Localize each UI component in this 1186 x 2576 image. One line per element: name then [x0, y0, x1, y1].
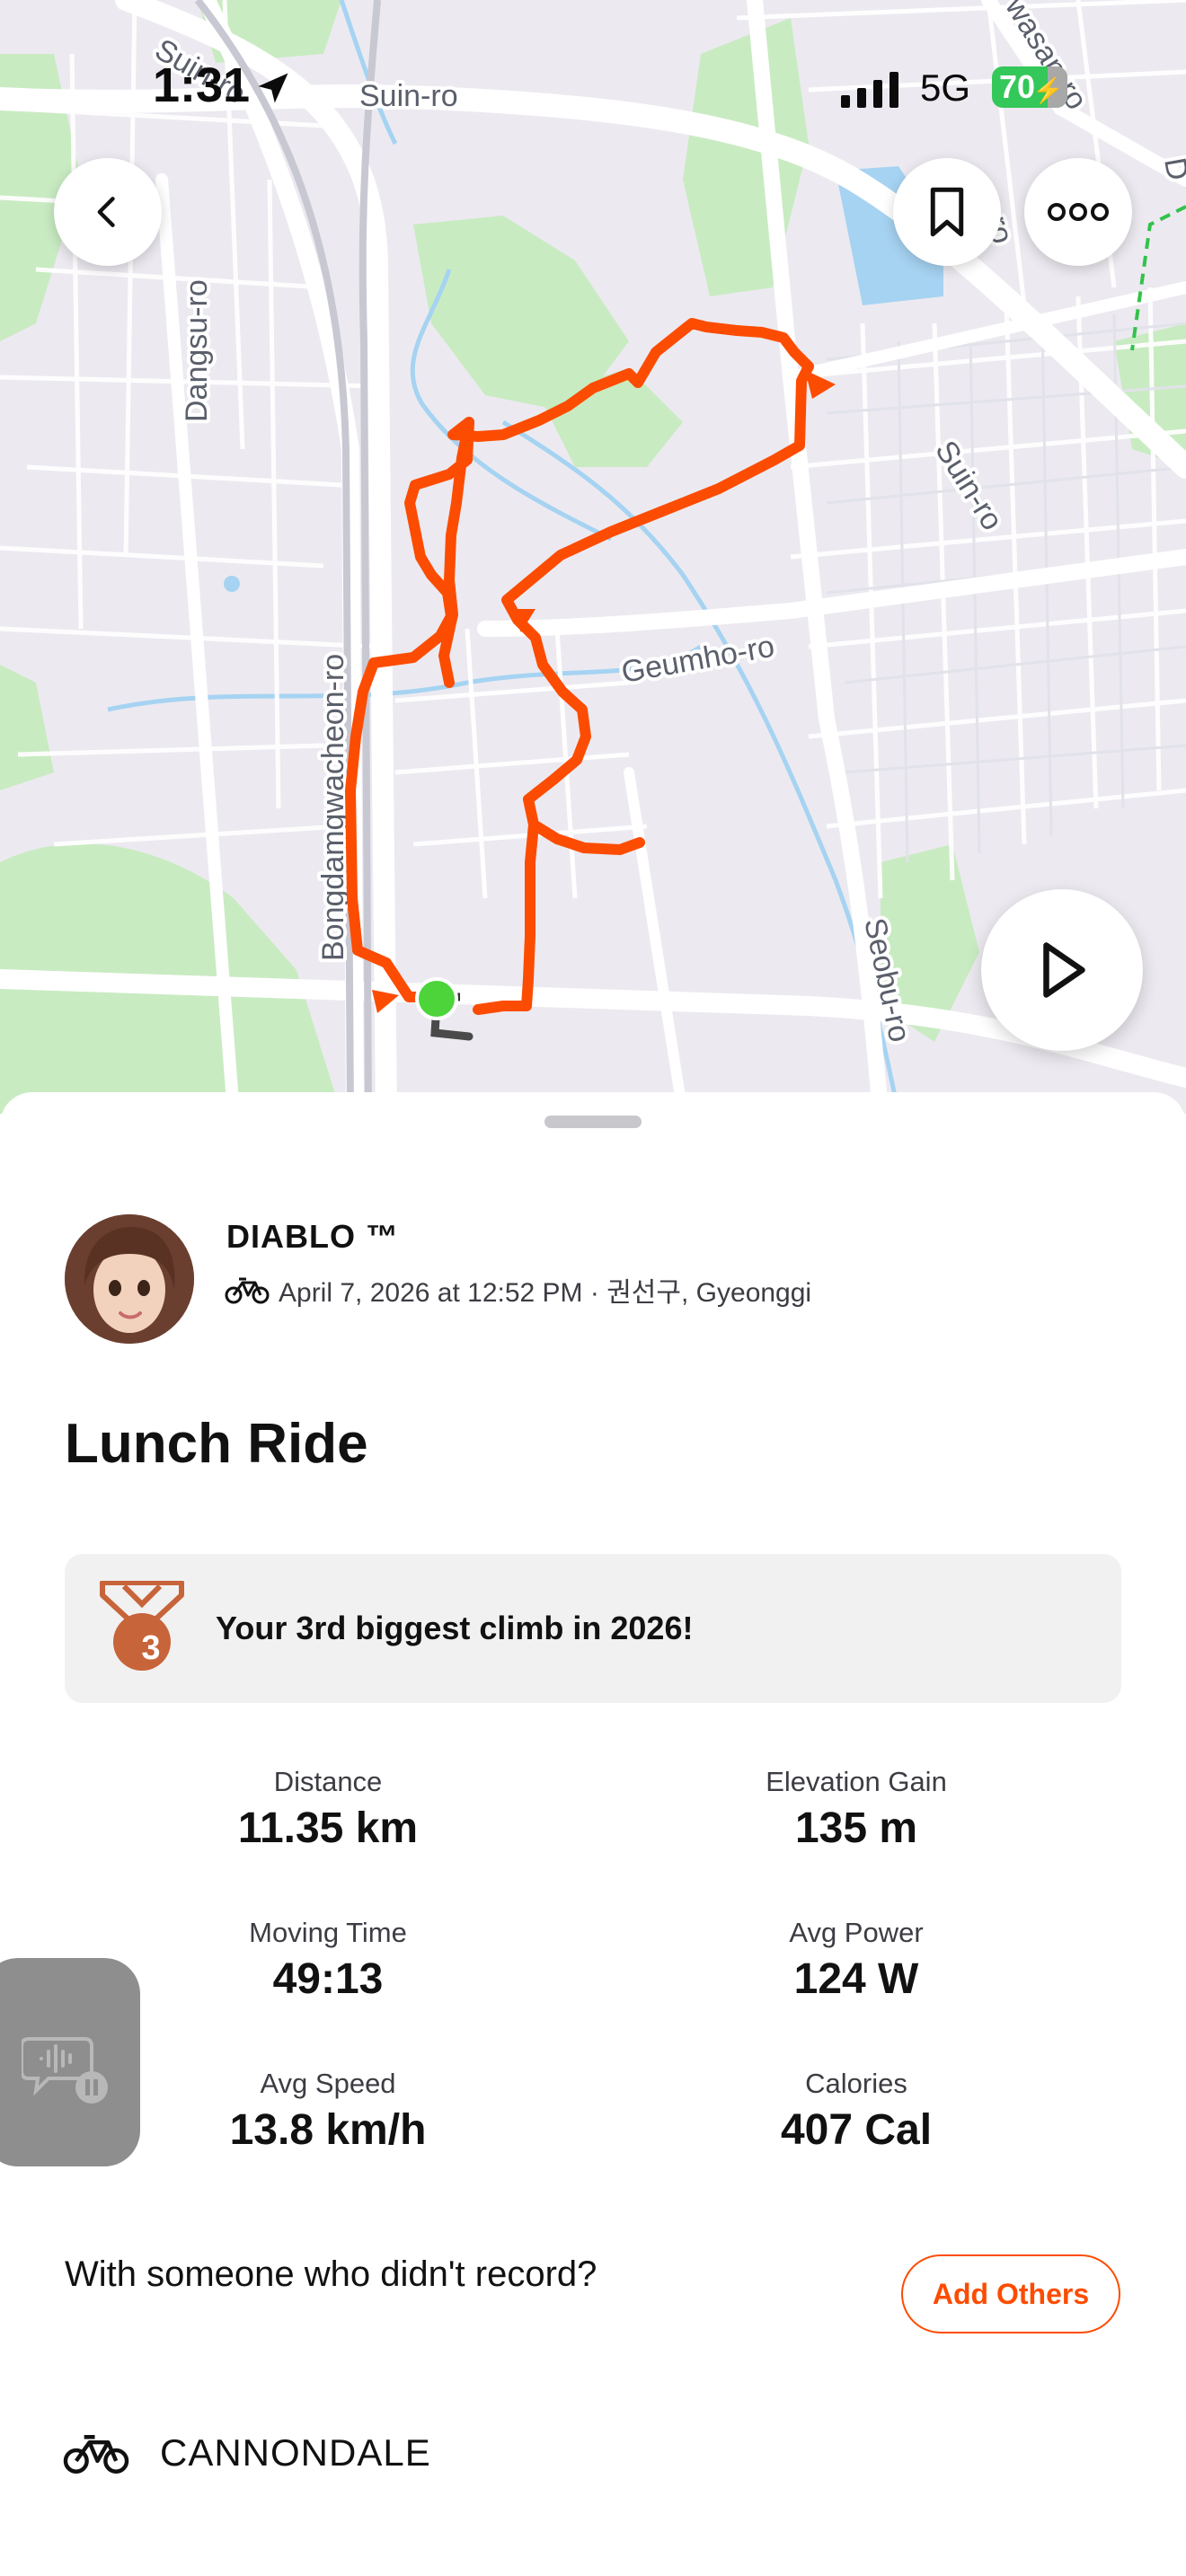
achievement-card[interactable]: 3 Your 3rd biggest climb in 2026! — [65, 1554, 1121, 1703]
add-others-button[interactable]: Add Others — [901, 2254, 1120, 2333]
road-label: Geumho-ro — [619, 630, 777, 690]
stat-label: Distance — [273, 1766, 383, 1797]
add-others-prompt: With someone who didn't record? — [65, 2254, 597, 2294]
cellular-signal-icon — [841, 72, 898, 108]
stat-value: 407 Cal — [780, 2106, 933, 2154]
route-map[interactable]: Suin-ro Suin-ro Suin-ro Dangsu-ro Geumho… — [0, 0, 1186, 1114]
status-bar: 1:31 5G 70 ⚡ — [0, 52, 1186, 124]
bike-icon — [63, 2435, 129, 2474]
stat-value: 13.8 km/h — [229, 2106, 427, 2154]
activity-date-location: April 7, 2026 at 12:52 PM · 권선구, Gyeongg… — [279, 1278, 812, 1308]
stat-avg-speed: Avg Speed 13.8 km/h — [139, 2068, 517, 2155]
location-arrow-icon — [258, 73, 288, 103]
chevron-left-icon — [97, 197, 115, 227]
stat-label: Elevation Gain — [766, 1766, 947, 1797]
stat-label: Calories — [805, 2068, 907, 2099]
road-label: Dangsu-ro — [180, 279, 214, 422]
athlete-avatar[interactable] — [65, 1214, 194, 1344]
stat-label: Avg Power — [789, 1917, 924, 1948]
charging-bolt-icon: ⚡ — [1032, 76, 1064, 104]
gear-name: CANNONDALE — [160, 2431, 431, 2474]
stat-elevation-gain: Elevation Gain 135 m — [668, 1766, 1045, 1853]
bookmark-button[interactable] — [893, 158, 1001, 266]
stat-label: Avg Speed — [260, 2068, 396, 2099]
stat-distance: Distance 11.35 km — [139, 1766, 517, 1853]
bookmark-icon — [930, 187, 964, 237]
more-dots-icon — [1048, 203, 1109, 221]
activity-sheet: DIABLO ™ April 7, 2026 at 12:52 PM · 권선구… — [0, 1092, 1186, 2576]
stat-calories: Calories 407 Cal — [668, 2068, 1045, 2155]
athlete-name[interactable]: DIABLO ™ — [226, 1218, 399, 1256]
achievement-text: Your 3rd biggest climb in 2026! — [216, 1610, 694, 1646]
stat-avg-power: Avg Power 124 W — [668, 1917, 1045, 2004]
activity-title: Lunch Ride — [65, 1413, 368, 1475]
pond — [224, 576, 240, 592]
back-button[interactable] — [54, 158, 162, 266]
stat-value: 49:13 — [272, 1955, 384, 2003]
play-icon — [1043, 942, 1085, 998]
voice-widget[interactable] — [0, 1958, 140, 2166]
activity-meta: April 7, 2026 at 12:52 PM · 권선구, Gyeongg… — [225, 1268, 811, 1311]
stat-value: 11.35 km — [237, 1804, 419, 1852]
status-time: 1:31 — [153, 58, 251, 112]
avatar-image — [65, 1214, 194, 1344]
bike-icon — [225, 1277, 270, 1304]
stat-moving-time: Moving Time 49:13 — [139, 1917, 517, 2004]
sheet-drag-handle[interactable] — [544, 1116, 642, 1128]
start-marker — [415, 977, 458, 1020]
network-type: 5G — [920, 66, 971, 109]
voice-paused-icon — [22, 2037, 108, 2104]
stat-value: 124 W — [793, 1955, 919, 2003]
road-label: Bongdamgwacheon-ro — [316, 654, 350, 961]
gear-row[interactable]: CANNONDALE — [63, 2430, 431, 2475]
battery-indicator: 70 ⚡ — [992, 66, 1067, 108]
flyover-play-button[interactable] — [981, 889, 1143, 1051]
more-options-button[interactable] — [1024, 158, 1132, 266]
battery-level: 70 — [999, 68, 1036, 105]
medal-number: 3 — [141, 1629, 161, 1667]
stat-label: Moving Time — [249, 1917, 407, 1948]
stat-value: 135 m — [794, 1804, 918, 1852]
